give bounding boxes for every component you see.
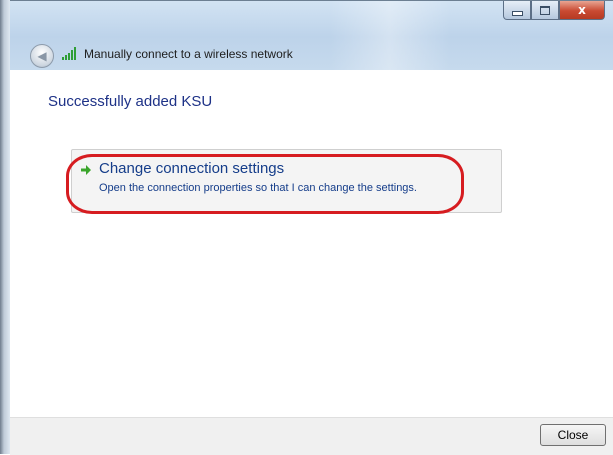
maximize-icon — [540, 5, 550, 15]
command-link-title: Change connection settings — [99, 160, 285, 177]
close-button[interactable]: Close — [540, 424, 606, 446]
window-controls: x — [503, 1, 605, 20]
minimize-button[interactable] — [503, 1, 531, 20]
command-link-description: Open the connection properties so that I… — [99, 182, 417, 194]
minimize-icon — [511, 10, 523, 16]
page-heading: Successfully added KSU — [48, 93, 213, 110]
main-content: Successfully added KSU Change connection… — [10, 70, 613, 417]
close-window-button[interactable]: x — [559, 1, 605, 20]
change-connection-settings-link[interactable]: Change connection settings Open the conn… — [71, 149, 502, 213]
close-icon: x — [578, 3, 586, 17]
window-frame-left — [0, 0, 10, 454]
title-bar-glass — [330, 1, 450, 81]
title-bar: x ◀ Manually connect to a wireless netwo… — [10, 0, 613, 81]
dialog-window: x ◀ Manually connect to a wireless netwo… — [0, 0, 613, 455]
maximize-button[interactable] — [531, 1, 559, 20]
wireless-signal-icon — [62, 47, 76, 60]
dialog-footer: Close — [10, 417, 613, 455]
back-button[interactable]: ◀ — [30, 44, 54, 68]
window-title: Manually connect to a wireless network — [84, 47, 293, 61]
back-arrow-icon: ◀ — [37, 49, 47, 63]
green-arrow-icon — [81, 165, 91, 175]
